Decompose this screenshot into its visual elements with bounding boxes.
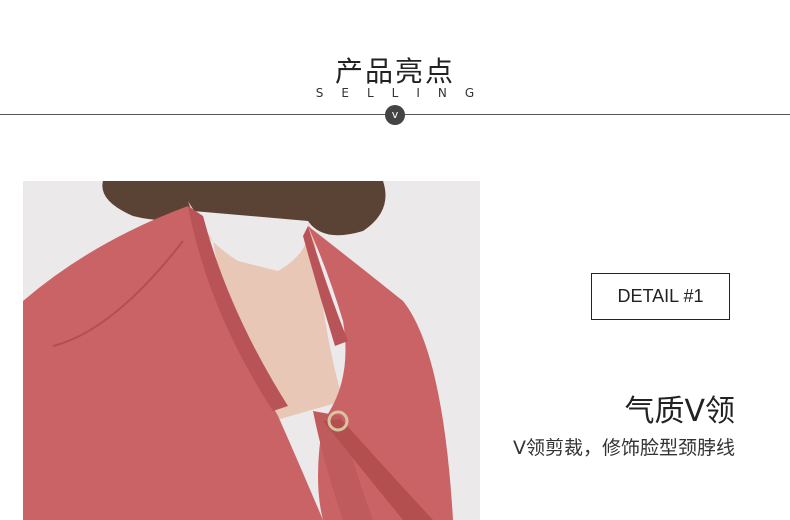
product-photo — [23, 181, 480, 520]
v-badge-icon: v — [385, 105, 405, 125]
detail-label: DETAIL #1 — [591, 273, 730, 320]
section-subtitle: SELLING — [315, 86, 493, 100]
section-title: 产品亮点 — [334, 55, 455, 88]
feature-description: V领剪裁，修饰脸型颈脖线 — [513, 437, 735, 459]
model-photo-illustration — [23, 181, 480, 520]
feature-title: 气质V领 — [624, 394, 735, 429]
